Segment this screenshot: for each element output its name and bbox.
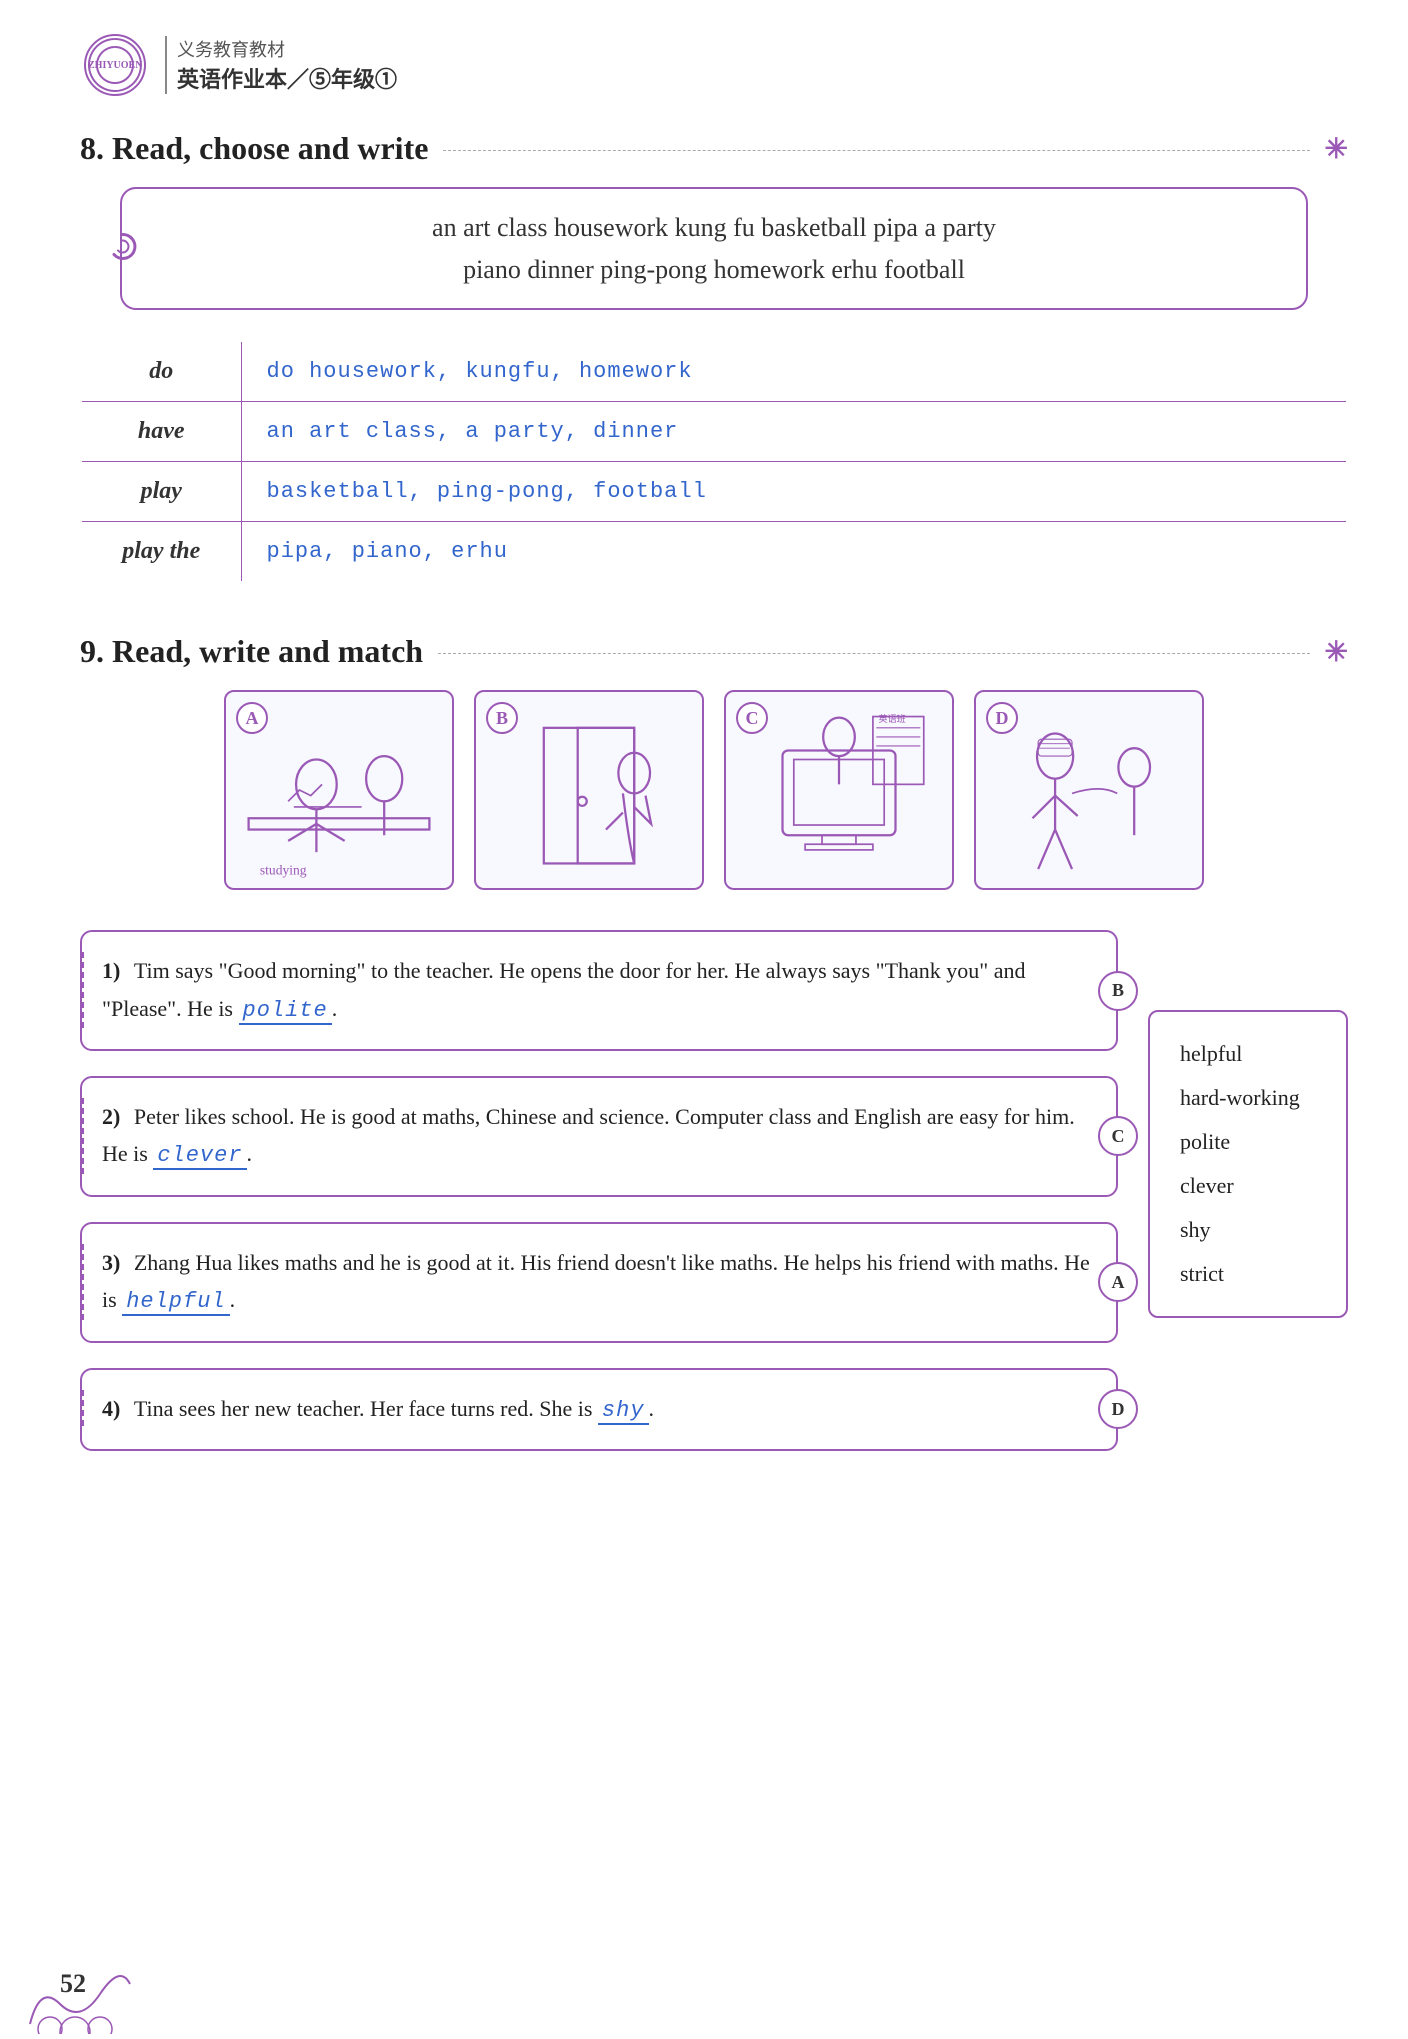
table-row: play thepipa, piano, erhu — [81, 522, 1347, 583]
section8-star: ✳ — [1325, 132, 1348, 166]
image-label-d: D — [986, 702, 1018, 734]
section9-num: 9. — [80, 633, 104, 670]
svg-text:studying: studying — [260, 863, 307, 878]
image-box-a: studying A — [224, 690, 454, 890]
word-bank-line2: piano dinner ping-pong homework erhu foo… — [152, 249, 1276, 291]
svg-text:英语班: 英语班 — [879, 713, 906, 724]
word-list-item: shy — [1180, 1208, 1316, 1252]
images-row: studying A B 英语班 C D — [80, 690, 1348, 890]
sentences-area: 1) Tim says "Good morning" to the teache… — [80, 930, 1348, 1476]
section9-star: ✳ — [1325, 635, 1348, 669]
word-list-item: helpful — [1180, 1032, 1316, 1076]
word-bank-spiral — [102, 226, 142, 271]
sentence-answer-2: clever — [153, 1143, 246, 1170]
sentence-answer-4: shy — [598, 1398, 649, 1425]
sentence-circle-1: B — [1098, 971, 1138, 1011]
sentence-box-3: 3) Zhang Hua likes maths and he is good … — [80, 1222, 1118, 1343]
header-title: 英语作业本／⑤年级① — [177, 62, 397, 94]
section8-num: 8. — [80, 130, 104, 167]
sentence-box-4: 4) Tina sees her new teacher. Her face t… — [80, 1368, 1118, 1451]
sentence-circle-3: A — [1098, 1262, 1138, 1302]
sentence-num-4: 4) — [102, 1396, 126, 1421]
table-verb: do — [81, 341, 241, 402]
sentence-num-1: 1) — [102, 958, 126, 983]
sentence-answer-1: polite — [239, 998, 332, 1025]
sentence-box-2: 2) Peter likes school. He is good at mat… — [80, 1076, 1118, 1197]
word-list-item: strict — [1180, 1252, 1316, 1296]
sentence-text-after-1: . — [332, 996, 338, 1021]
logo: ZHIYUOEN — [80, 30, 150, 100]
table-verb: have — [81, 402, 241, 462]
sentence-box-1: 1) Tim says "Good morning" to the teache… — [80, 930, 1118, 1051]
sentence-circle-4: D — [1098, 1389, 1138, 1429]
image-label-c: C — [736, 702, 768, 734]
table-verb: play the — [81, 522, 241, 583]
header-subtitle: 义务教育教材 — [177, 36, 397, 62]
table-answers: do housework, kungfu, homework — [241, 341, 1347, 402]
word-list-item: clever — [1180, 1164, 1316, 1208]
sentence-text-after-2: . — [247, 1141, 253, 1166]
table-row: playbasketball, ping-pong, football — [81, 462, 1347, 522]
image-box-c: 英语班 C — [724, 690, 954, 890]
table-answers: basketball, ping-pong, football — [241, 462, 1347, 522]
exercise-table: dodo housework, kungfu, homeworkhavean a… — [80, 340, 1348, 583]
image-box-b: B — [474, 690, 704, 890]
word-list-item: polite — [1180, 1120, 1316, 1164]
page: ZHIYUOEN 义务教育教材 英语作业本／⑤年级① 8. Read, choo… — [0, 0, 1408, 2039]
section9-title: Read, write and match — [112, 633, 423, 670]
word-list-item: hard-working — [1180, 1076, 1316, 1120]
section8-dashes — [443, 150, 1309, 151]
sentence-num-3: 3) — [102, 1250, 126, 1275]
word-bank: an art class housework kung fu basketbal… — [120, 187, 1308, 310]
sentence-answer-3: helpful — [122, 1289, 229, 1316]
image-label-a: A — [236, 702, 268, 734]
page-header: ZHIYUOEN 义务教育教材 英语作业本／⑤年级① — [80, 30, 1348, 100]
section9-dashes — [438, 653, 1309, 654]
table-row: havean art class, a party, dinner — [81, 402, 1347, 462]
word-list-box: helpfulhard-workingpoliteclevershystrict — [1148, 1010, 1348, 1318]
sentence-circle-2: C — [1098, 1116, 1138, 1156]
section8-heading: 8. Read, choose and write ✳ — [80, 130, 1348, 167]
word-bank-line1: an art class housework kung fu basketbal… — [152, 207, 1276, 249]
section9-heading: 9. Read, write and match ✳ — [80, 633, 1348, 670]
image-label-b: B — [486, 702, 518, 734]
sentence-text-after-3: . — [230, 1287, 236, 1312]
table-answers: pipa, piano, erhu — [241, 522, 1347, 583]
sentence-text-before-3: Zhang Hua likes maths and he is good at … — [102, 1250, 1090, 1312]
sentence-text-before-4: Tina sees her new teacher. Her face turn… — [134, 1396, 598, 1421]
sentence-num-2: 2) — [102, 1104, 126, 1129]
sentence-text-after-4: . — [649, 1396, 655, 1421]
svg-text:ZHIYUOEN: ZHIYUOEN — [88, 60, 143, 71]
table-answers: an art class, a party, dinner — [241, 402, 1347, 462]
table-row: dodo housework, kungfu, homework — [81, 341, 1347, 402]
image-box-d: D — [974, 690, 1204, 890]
section8-title: Read, choose and write — [112, 130, 428, 167]
footer-decoration — [20, 1954, 140, 2039]
table-verb: play — [81, 462, 241, 522]
header-text: 义务教育教材 英语作业本／⑤年级① — [165, 36, 397, 94]
sentences-col: 1) Tim says "Good morning" to the teache… — [80, 930, 1118, 1476]
